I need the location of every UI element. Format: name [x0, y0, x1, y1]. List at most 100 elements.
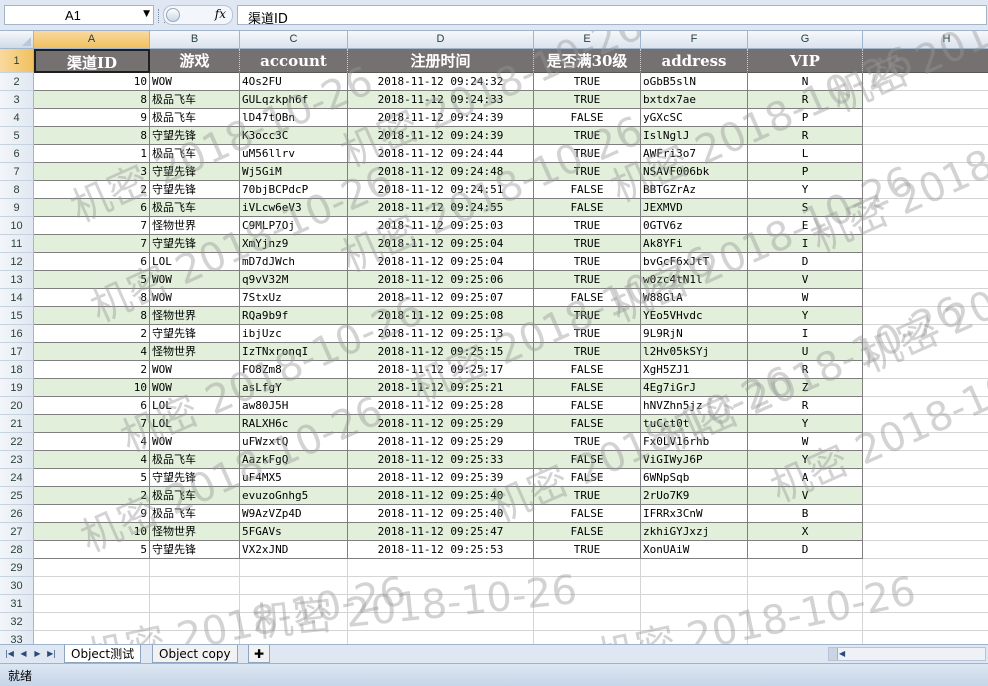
cell[interactable]: [863, 73, 988, 91]
formula-input[interactable]: 渠道ID: [237, 5, 987, 27]
scroll-left-icon[interactable]: ◀: [839, 648, 845, 660]
cell[interactable]: [863, 541, 988, 559]
cell[interactable]: FO8Zm8: [240, 361, 348, 379]
row-header[interactable]: 3: [0, 91, 34, 109]
cell[interactable]: XonUAiW: [641, 541, 748, 559]
column-header-h[interactable]: H: [863, 31, 988, 48]
cell[interactable]: uFWzxtQ: [240, 433, 348, 451]
cell[interactable]: Y: [748, 415, 863, 433]
cell[interactable]: FALSE: [534, 379, 641, 397]
cell[interactable]: TRUE: [534, 271, 641, 289]
cell[interactable]: [534, 613, 641, 631]
cell[interactable]: ViGIWyJ6P: [641, 451, 748, 469]
cell[interactable]: 怪物世界: [150, 217, 240, 235]
cell[interactable]: [863, 397, 988, 415]
cell[interactable]: [534, 631, 641, 644]
cell[interactable]: 2018-11-12 09:25:04: [348, 235, 534, 253]
cell[interactable]: 2018-11-12 09:25:53: [348, 541, 534, 559]
cell[interactable]: 怪物世界: [150, 523, 240, 541]
cell[interactable]: 2018-11-12 09:25:21: [348, 379, 534, 397]
cell[interactable]: 2018-11-12 09:24:51: [348, 181, 534, 199]
cell[interactable]: R: [748, 127, 863, 145]
cell[interactable]: 4Os2FU: [240, 73, 348, 91]
cell[interactable]: I: [748, 325, 863, 343]
cell[interactable]: 2018-11-12 09:24:33: [348, 91, 534, 109]
row-header[interactable]: 15: [0, 307, 34, 325]
cell[interactable]: mD7dJWch: [240, 253, 348, 271]
chevron-down-icon[interactable]: ▼: [143, 9, 150, 19]
cell[interactable]: [863, 523, 988, 541]
cell[interactable]: S: [748, 199, 863, 217]
last-sheet-icon[interactable]: ▶|: [46, 648, 57, 660]
cell[interactable]: 极品飞车: [150, 451, 240, 469]
cell[interactable]: [240, 559, 348, 577]
cell[interactable]: [348, 613, 534, 631]
cell[interactable]: 7StxUz: [240, 289, 348, 307]
select-all-button[interactable]: [0, 31, 34, 48]
cell[interactable]: TRUE: [534, 325, 641, 343]
cell[interactable]: [863, 613, 988, 631]
column-header-g[interactable]: G: [748, 31, 863, 48]
cell[interactable]: 2018-11-12 09:25:03: [348, 217, 534, 235]
row-header[interactable]: 20: [0, 397, 34, 415]
cell[interactable]: 极品飞车: [150, 199, 240, 217]
cell[interactable]: [863, 487, 988, 505]
cell[interactable]: NSAVF006bk: [641, 163, 748, 181]
cell[interactable]: [863, 253, 988, 271]
cell[interactable]: TRUE: [534, 433, 641, 451]
column-header-e[interactable]: E: [534, 31, 641, 48]
cell[interactable]: 2018-11-12 09:25:04: [348, 253, 534, 271]
cell[interactable]: 5: [34, 271, 150, 289]
cell[interactable]: [863, 343, 988, 361]
cell[interactable]: [748, 559, 863, 577]
cell[interactable]: 2018-11-12 09:25:40: [348, 487, 534, 505]
cell[interactable]: 2018-11-12 09:25:06: [348, 271, 534, 289]
cell[interactable]: oGbB5slN: [641, 73, 748, 91]
cell[interactable]: 4Eg7iGrJ: [641, 379, 748, 397]
row-header[interactable]: 10: [0, 217, 34, 235]
cell[interactable]: 4: [34, 343, 150, 361]
cell[interactable]: [863, 145, 988, 163]
row-header[interactable]: 5: [0, 127, 34, 145]
cell[interactable]: ibjUzc: [240, 325, 348, 343]
cell[interactable]: 8: [34, 91, 150, 109]
prev-sheet-icon[interactable]: ◀: [18, 648, 29, 660]
cell[interactable]: FALSE: [534, 199, 641, 217]
cell[interactable]: 10: [34, 73, 150, 91]
header-cell[interactable]: 游戏: [150, 49, 240, 73]
cell[interactable]: 2018-11-12 09:25:13: [348, 325, 534, 343]
cell[interactable]: VX2xJND: [240, 541, 348, 559]
cell[interactable]: aw80J5H: [240, 397, 348, 415]
header-cell[interactable]: VIP: [748, 49, 863, 73]
cell[interactable]: 2018-11-12 09:25:29: [348, 433, 534, 451]
cell[interactable]: 2: [34, 181, 150, 199]
cell[interactable]: 2018-11-12 09:24:32: [348, 73, 534, 91]
cell[interactable]: Y: [748, 181, 863, 199]
cell[interactable]: GULqzkph6f: [240, 91, 348, 109]
cell[interactable]: 守望先锋: [150, 325, 240, 343]
cell[interactable]: 2018-11-12 09:25:07: [348, 289, 534, 307]
horizontal-scrollbar[interactable]: ◀: [828, 647, 986, 661]
cell[interactable]: V: [748, 487, 863, 505]
cell[interactable]: W88GlA: [641, 289, 748, 307]
row-header[interactable]: 11: [0, 235, 34, 253]
cell[interactable]: 极品飞车: [150, 145, 240, 163]
cell[interactable]: D: [748, 541, 863, 559]
cell[interactable]: TRUE: [534, 145, 641, 163]
cell[interactable]: LOL: [150, 397, 240, 415]
cell[interactable]: 1: [34, 145, 150, 163]
cell[interactable]: WOW: [150, 433, 240, 451]
cell[interactable]: 7: [34, 235, 150, 253]
cell[interactable]: 4: [34, 433, 150, 451]
cell[interactable]: [863, 559, 988, 577]
cell[interactable]: [150, 613, 240, 631]
cell[interactable]: P: [748, 109, 863, 127]
cell[interactable]: X: [748, 523, 863, 541]
header-cell[interactable]: address: [641, 49, 748, 73]
cell[interactable]: RQa9b9f: [240, 307, 348, 325]
cell[interactable]: [641, 559, 748, 577]
cell[interactable]: tuCct0t: [641, 415, 748, 433]
cell[interactable]: W9AzVZp4D: [240, 505, 348, 523]
row-header[interactable]: 7: [0, 163, 34, 181]
cell[interactable]: FALSE: [534, 397, 641, 415]
